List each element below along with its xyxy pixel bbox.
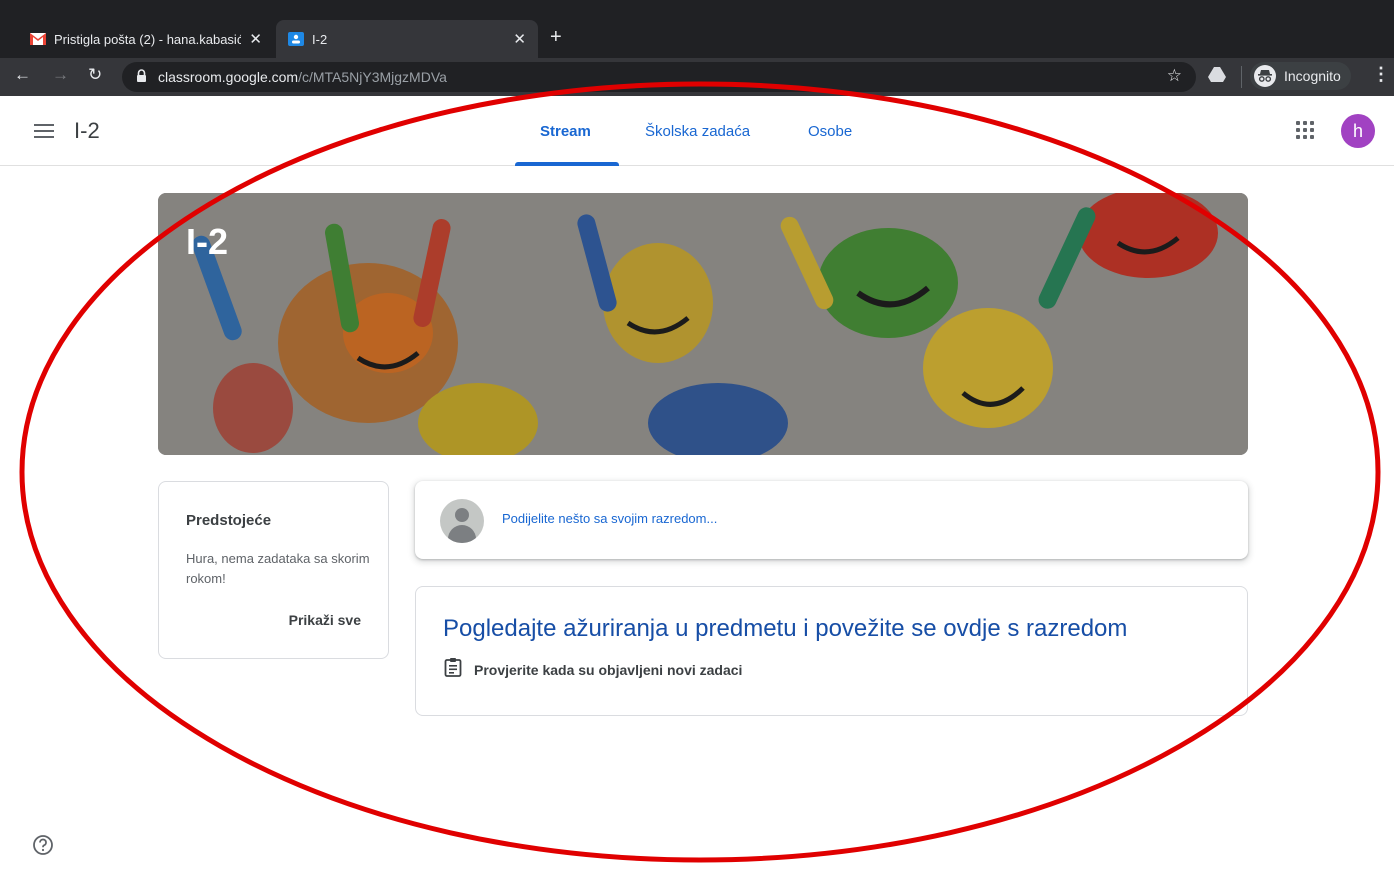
classroom-icon [288,31,304,47]
new-tab-icon[interactable]: + [550,26,562,49]
painted-hands-image [158,193,1248,455]
active-tab-indicator [515,162,619,166]
upcoming-message: Hura, nema zadataka sa skorim rokom! [186,551,370,586]
lock-icon [136,69,147,88]
drive-extension-icon[interactable] [1208,66,1226,87]
back-icon[interactable]: ← [14,65,31,85]
info-heading: Pogledajte ažuriranja u predmetu i povež… [443,615,1128,642]
reload-icon[interactable]: ↻ [88,65,102,85]
share-prompt[interactable]: Podijelite nešto sa svojim razredom... [502,511,717,526]
close-tab-icon[interactable]: ✕ [513,30,526,48]
incognito-icon [1254,65,1276,87]
view-all-button[interactable]: Prikaži sve [289,612,361,628]
assignment-icon [444,657,462,682]
browser-menu-icon[interactable]: ⋮ [1372,64,1390,85]
banner-class-title[interactable]: I-2 [186,221,228,263]
browser-toolbar: ← → ↻ classroom.google.com/c/MTA5NjY3Mjg… [0,58,1394,96]
share-with-class-card[interactable]: Podijelite nešto sa svojim razredom... [415,481,1248,559]
info-line: Provjerite kada su objavljeni novi zadac… [444,657,742,682]
gmail-icon [30,31,46,47]
upcoming-card: Predstojeće Hura, nema zadataka sa skori… [158,481,389,659]
default-avatar-icon [440,499,484,543]
toolbar-divider [1241,66,1242,88]
class-title[interactable]: I-2 [74,118,100,144]
google-apps-icon[interactable] [1296,121,1314,139]
tab-classwork[interactable]: Školska zadaća [645,123,750,140]
tab-title: Pristigla pošta (2) - hana.kabasić [54,31,242,47]
close-tab-icon[interactable]: ✕ [249,30,262,48]
tab-stream[interactable]: Stream [540,123,591,140]
avatar[interactable]: h [1341,114,1375,148]
browser-tab-strip: Pristigla pošta (2) - hana.kabasić ✕ I-2… [0,0,1394,58]
stream-info-card: Pogledajte ažuriranja u predmetu i povež… [415,586,1248,716]
incognito-badge[interactable]: Incognito [1250,62,1351,90]
bookmark-star-icon[interactable]: ☆ [1167,66,1182,86]
help-icon[interactable] [32,834,54,861]
class-banner: I-2 [158,193,1248,455]
info-line-text: Provjerite kada su objavljeni novi zadac… [474,661,743,678]
incognito-label: Incognito [1284,68,1341,84]
classroom-header: I-2 Stream Školska zadaća Osobe h [0,96,1394,166]
tab-gmail[interactable]: Pristigla pošta (2) - hana.kabasić ✕ [18,20,274,58]
url-text: classroom.google.com/c/MTA5NjY3MjgzMDVa [158,69,447,85]
tab-title: I-2 [312,31,328,47]
forward-icon[interactable]: → [52,65,69,85]
tab-people[interactable]: Osobe [808,123,852,140]
tab-classroom[interactable]: I-2 ✕ [276,20,538,58]
address-bar[interactable]: classroom.google.com/c/MTA5NjY3MjgzMDVa … [122,62,1196,92]
upcoming-heading: Predstojeće [186,512,272,529]
menu-icon[interactable] [34,124,54,142]
